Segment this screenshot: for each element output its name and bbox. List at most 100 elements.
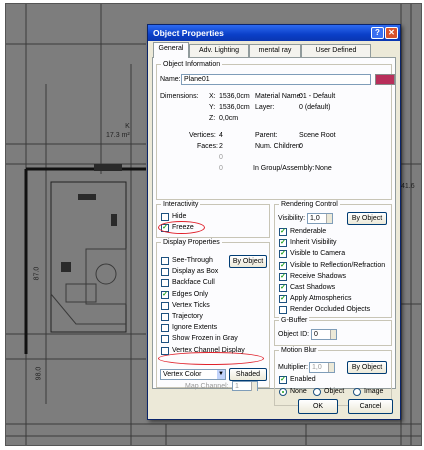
checkbox-inherit-visibility[interactable]: ✓ bbox=[279, 239, 287, 248]
close-button[interactable]: ✕ bbox=[385, 27, 398, 39]
screenshot-frame: K 17.3 m² 41.6 87.0 98.0 Object Properti… bbox=[5, 3, 422, 446]
checkbox-render-occluded-objects[interactable] bbox=[279, 306, 287, 315]
checkbox-trajectory[interactable] bbox=[161, 313, 169, 321]
vertex-color-dropdown[interactable]: Vertex Color ▼ bbox=[160, 369, 226, 380]
motion-blur-object-radio[interactable] bbox=[313, 388, 321, 396]
num-children-value: 0 bbox=[299, 143, 303, 150]
motion-blur-group: Motion Blur Multiplier: 1,0 By Object ✓ … bbox=[274, 346, 392, 406]
checkbox-ignore-extents[interactable] bbox=[161, 324, 169, 333]
checkbox-apply-atmospherics[interactable]: ✓ bbox=[279, 295, 287, 304]
faces-label: Faces: bbox=[197, 143, 219, 150]
tab-mental-ray[interactable]: mental ray bbox=[249, 44, 301, 57]
checkbox-visible-to-reflection-refraction[interactable]: ✓ bbox=[279, 261, 287, 270]
checkbox-visible-to-camera[interactable]: ✓ bbox=[279, 250, 287, 259]
rendering-control-group: Rendering Control Visibility: 1,0 By Obj… bbox=[274, 200, 392, 318]
checkbox-label: Render Occluded Objects bbox=[290, 306, 371, 314]
parent-value: Scene Root bbox=[299, 132, 336, 139]
blank-count-value: 0 bbox=[219, 165, 223, 172]
hide-label: Hide bbox=[172, 213, 187, 220]
motion-blur-none-radio[interactable] bbox=[279, 388, 287, 396]
checkbox-label: Vertex Channel Display bbox=[172, 346, 245, 354]
material-name-label: Material Name: bbox=[255, 93, 303, 100]
checkbox-display-as-box[interactable] bbox=[161, 268, 169, 277]
layer-label: Layer: bbox=[255, 104, 275, 111]
motion-blur-object-label: Object bbox=[324, 388, 345, 395]
checkbox-vertex-ticks[interactable] bbox=[161, 301, 169, 310]
motion-blur-enabled-label: Enabled bbox=[290, 376, 316, 383]
dim-z-value: 0,0cm bbox=[219, 115, 239, 122]
checkbox-label: Backface Cull bbox=[172, 279, 215, 287]
vertex-color-value: Vertex Color bbox=[163, 371, 202, 378]
checkbox-label: See-Through bbox=[172, 257, 213, 264]
checkbox-label: Receive Shadows bbox=[290, 272, 347, 280]
group-title: Motion Blur bbox=[279, 346, 319, 355]
plan-area-label: K 17.3 m² bbox=[106, 123, 130, 139]
cancel-button[interactable]: Cancel bbox=[348, 399, 393, 414]
tab-general[interactable]: General bbox=[153, 42, 189, 58]
group-assembly-label: In Group/Assembly: bbox=[253, 165, 315, 172]
display-properties-group: Display Properties By Object Vertex Colo… bbox=[156, 238, 270, 391]
dim-z-axis: Z: bbox=[209, 115, 216, 122]
checkbox-vertex-channel-display[interactable] bbox=[161, 346, 169, 355]
checkbox-label: Display as Box bbox=[172, 268, 219, 276]
plan-dimension: 87.0 bbox=[33, 266, 41, 281]
group-title: Object Information bbox=[161, 60, 223, 69]
general-tab-panel: Object Information Name: Plane01 Dimensi… bbox=[152, 57, 396, 406]
checkbox-label: Edges Only bbox=[172, 290, 209, 298]
checkbox-edges-only[interactable]: ✓ bbox=[161, 290, 169, 299]
title-bar[interactable]: Object Properties ? ✕ bbox=[148, 25, 400, 41]
checkbox-receive-shadows[interactable]: ✓ bbox=[279, 272, 287, 281]
object-properties-dialog: Object Properties ? ✕ General Adv. Light… bbox=[147, 24, 401, 420]
multiplier-spinner[interactable]: 1,0 bbox=[309, 362, 335, 373]
object-id-spinner[interactable]: 0 bbox=[311, 329, 337, 340]
checkbox-label: Inherit Visibility bbox=[290, 239, 337, 247]
visibility-label: Visibility: bbox=[278, 215, 306, 222]
object-name-input[interactable]: Plane01 bbox=[181, 74, 371, 85]
checkbox-see-through[interactable] bbox=[161, 257, 169, 265]
motion-blur-image-label: Image bbox=[364, 388, 384, 395]
tab-adv-lighting[interactable]: Adv. Lighting bbox=[189, 44, 249, 57]
rendering-by-object-button[interactable]: By Object bbox=[347, 212, 387, 225]
group-title: G-Buffer bbox=[279, 316, 310, 325]
motion-blur-enabled-checkbox[interactable]: ✓ bbox=[279, 376, 287, 384]
interactivity-group: Interactivity Hide ✓ Freeze bbox=[156, 200, 270, 238]
checkbox-label: Cast Shadows bbox=[290, 284, 336, 291]
dim-y-axis: Y: bbox=[209, 104, 216, 111]
ok-button[interactable]: OK bbox=[298, 399, 338, 414]
object-color-swatch[interactable] bbox=[375, 74, 395, 85]
visibility-spinner[interactable]: 1,0 bbox=[307, 213, 333, 224]
num-children-label: Num. Children: bbox=[255, 143, 302, 150]
help-button[interactable]: ? bbox=[371, 27, 384, 39]
checkbox-cast-shadows[interactable]: ✓ bbox=[279, 284, 287, 292]
checkbox-show-frozen-in-gray[interactable] bbox=[161, 335, 169, 344]
material-name-value: 01 - Default bbox=[299, 93, 336, 100]
motion-blur-by-object-button[interactable]: By Object bbox=[347, 361, 387, 374]
checkbox-backface-cull[interactable] bbox=[161, 279, 169, 288]
dimensions-label: Dimensions: bbox=[160, 93, 199, 100]
plan-area-label: 41.6 bbox=[401, 183, 415, 190]
map-channel-label: Map Channel: bbox=[185, 383, 229, 390]
hide-checkbox[interactable] bbox=[161, 213, 169, 221]
checkbox-label: Trajectory bbox=[172, 313, 203, 320]
tab-user-defined[interactable]: User Defined bbox=[301, 44, 371, 57]
window-title: Object Properties bbox=[153, 28, 224, 38]
checkbox-label: Visible to Reflection/Refraction bbox=[290, 261, 386, 269]
multiplier-label: Multiplier: bbox=[278, 364, 308, 371]
map-channel-spinner[interactable]: 1 bbox=[232, 381, 258, 391]
plan-dimension: 98.0 bbox=[35, 366, 43, 381]
display-by-object-button[interactable]: By Object bbox=[229, 255, 267, 268]
shaded-button[interactable]: Shaded bbox=[229, 368, 267, 381]
checkbox-label: Renderable bbox=[290, 228, 327, 235]
checkbox-label: Apply Atmospherics bbox=[290, 295, 352, 303]
motion-blur-image-radio[interactable] bbox=[353, 388, 361, 396]
checkbox-renderable[interactable]: ✓ bbox=[279, 228, 287, 236]
group-assembly-value: None bbox=[315, 165, 332, 172]
checkbox-label: Show Frozen in Gray bbox=[172, 335, 238, 343]
object-information-group: Object Information Name: Plane01 Dimensi… bbox=[156, 60, 395, 200]
motion-blur-none-label: None bbox=[290, 388, 307, 395]
vertices-label: Vertices: bbox=[189, 132, 216, 139]
dim-x-axis: X: bbox=[209, 93, 216, 100]
vertices-value: 4 bbox=[219, 132, 223, 139]
checkbox-label: Visible to Camera bbox=[290, 250, 346, 258]
freeze-highlight-ring bbox=[158, 221, 205, 234]
